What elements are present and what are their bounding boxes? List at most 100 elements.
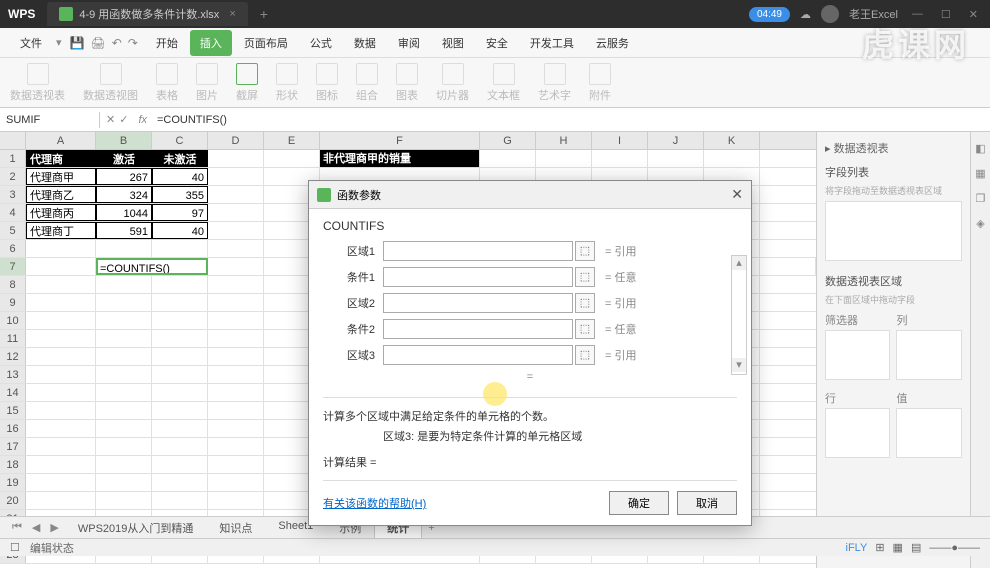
col-header[interactable]: I [592, 132, 648, 149]
cell[interactable] [208, 420, 264, 437]
cell[interactable] [208, 168, 264, 185]
row-header[interactable]: 12 [0, 348, 26, 365]
cell[interactable] [704, 150, 760, 167]
range-select-icon[interactable]: ⬚ [575, 293, 595, 313]
add-tab-button[interactable]: + [260, 6, 268, 22]
select-all-corner[interactable] [0, 132, 26, 149]
menu-tab-6[interactable]: 视图 [432, 30, 474, 56]
row-header[interactable]: 1 [0, 150, 26, 167]
row-header[interactable]: 8 [0, 276, 26, 293]
zoom-slider[interactable]: ——●—— [929, 542, 980, 554]
tool-icon[interactable]: ❐ [975, 192, 985, 205]
param-input-1[interactable] [383, 267, 573, 287]
cell[interactable] [208, 312, 264, 329]
undo-icon[interactable]: ↶ [112, 36, 122, 50]
cell[interactable] [96, 492, 152, 509]
cell[interactable] [208, 240, 264, 257]
cell[interactable] [208, 402, 264, 419]
cell[interactable]: 非代理商甲的销量 [320, 150, 480, 167]
cell[interactable] [96, 474, 152, 491]
view-icon[interactable]: ⊞ [875, 541, 884, 554]
ribbon-group[interactable]: 图片 [196, 63, 218, 103]
col-header[interactable]: C [152, 132, 208, 149]
close-tab-icon[interactable]: × [229, 8, 235, 20]
cell[interactable]: 代理商丁 [26, 222, 96, 239]
cell[interactable] [96, 312, 152, 329]
col-header[interactable]: G [480, 132, 536, 149]
row-header[interactable]: 20 [0, 492, 26, 509]
dialog-scrollbar[interactable]: ▴ ▾ [731, 255, 747, 375]
cols-box[interactable] [896, 330, 961, 380]
cell[interactable]: 未激活 [152, 150, 208, 167]
cell[interactable] [96, 348, 152, 365]
cell[interactable] [208, 150, 264, 167]
minimize-icon[interactable]: — [908, 8, 927, 20]
cell[interactable] [96, 276, 152, 293]
cell[interactable] [592, 150, 648, 167]
menu-tab-7[interactable]: 安全 [476, 30, 518, 56]
cell[interactable] [152, 240, 208, 257]
cell[interactable] [208, 330, 264, 347]
row-header[interactable]: 11 [0, 330, 26, 347]
cell[interactable] [208, 456, 264, 473]
cell[interactable] [152, 492, 208, 509]
cell[interactable] [152, 474, 208, 491]
cell[interactable]: 324 [96, 186, 152, 203]
ok-button[interactable]: 确定 [609, 491, 669, 515]
cell[interactable] [152, 402, 208, 419]
cell[interactable] [536, 150, 592, 167]
tool-icon[interactable]: ◈ [976, 217, 984, 230]
cell[interactable] [96, 294, 152, 311]
file-tab[interactable]: 4-9 用函数做多条件计数.xlsx × [47, 2, 247, 26]
file-menu[interactable]: 文件 [6, 31, 56, 55]
cell[interactable] [26, 492, 96, 509]
cell[interactable] [26, 276, 96, 293]
cell[interactable] [96, 420, 152, 437]
ribbon-group[interactable]: 附件 [589, 63, 611, 103]
cell[interactable]: 355 [152, 186, 208, 203]
ribbon-group[interactable]: 组合 [356, 63, 378, 103]
field-list-box[interactable] [825, 201, 962, 261]
cell[interactable] [26, 420, 96, 437]
cell[interactable] [96, 438, 152, 455]
cell[interactable] [96, 330, 152, 347]
sheet-tab[interactable]: 知识点 [206, 516, 265, 540]
vals-box[interactable] [896, 408, 961, 458]
menu-tab-4[interactable]: 数据 [344, 30, 386, 56]
menu-tab-1[interactable]: 插入 [190, 30, 232, 56]
param-input-3[interactable] [383, 319, 573, 339]
cell[interactable]: 代理商丙 [26, 204, 96, 221]
cancel-formula-icon[interactable]: ✕ [106, 113, 115, 126]
cell[interactable] [96, 456, 152, 473]
param-input-4[interactable] [383, 345, 573, 365]
ribbon-group[interactable]: 数据透视表 [10, 63, 65, 103]
row-header[interactable]: 6 [0, 240, 26, 257]
cell[interactable] [208, 438, 264, 455]
cell[interactable] [152, 348, 208, 365]
filters-box[interactable] [825, 330, 890, 380]
cell[interactable] [760, 258, 816, 275]
row-header[interactable]: 5 [0, 222, 26, 239]
range-select-icon[interactable]: ⬚ [575, 267, 595, 287]
cell[interactable] [152, 384, 208, 401]
cell[interactable] [26, 366, 96, 383]
cell[interactable] [208, 258, 264, 275]
formula-input[interactable]: =COUNTIFS() [151, 112, 990, 128]
cell[interactable] [26, 312, 96, 329]
cell[interactable] [96, 402, 152, 419]
dialog-close-icon[interactable]: ✕ [731, 186, 743, 203]
ribbon-group[interactable]: 表格 [156, 63, 178, 103]
cell[interactable] [26, 384, 96, 401]
range-select-icon[interactable]: ⬚ [575, 345, 595, 365]
help-link[interactable]: 有关该函数的帮助(H) [323, 495, 426, 511]
row-header[interactable]: 4 [0, 204, 26, 221]
menu-tab-3[interactable]: 公式 [300, 30, 342, 56]
cell[interactable] [26, 402, 96, 419]
row-header[interactable]: 10 [0, 312, 26, 329]
rows-box[interactable] [825, 408, 890, 458]
ribbon-group[interactable]: 截屏 [236, 63, 258, 103]
menu-tab-2[interactable]: 页面布局 [234, 30, 298, 56]
cell[interactable] [208, 294, 264, 311]
cell[interactable] [152, 330, 208, 347]
row-header[interactable]: 19 [0, 474, 26, 491]
